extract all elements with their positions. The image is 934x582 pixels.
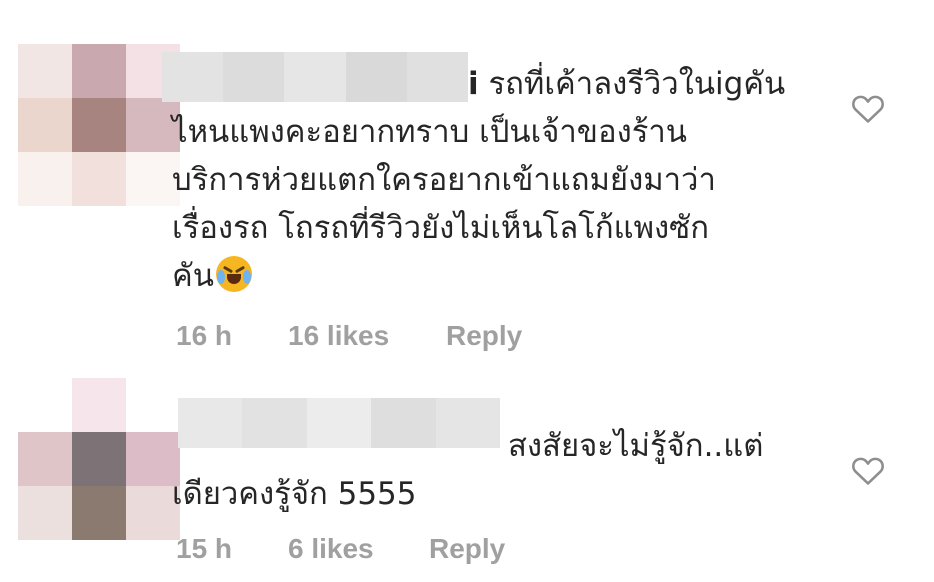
comment-likes[interactable]: 6 likes xyxy=(288,533,429,565)
avatar-pixel xyxy=(72,152,126,206)
comment-line: คัน xyxy=(172,252,785,300)
avatar[interactable] xyxy=(18,44,180,206)
comment-line: สงสัยจะไม่รู้จัก..แต่ xyxy=(172,422,763,470)
reply-button[interactable]: Reply xyxy=(429,533,505,565)
comment-time[interactable]: 15 h xyxy=(176,533,288,565)
comment-likes[interactable]: 16 likes xyxy=(288,320,446,352)
comment-line: เดียวคงรู้จัก 5555 xyxy=(172,476,417,512)
heart-outline-icon[interactable] xyxy=(851,92,885,124)
avatar-pixel xyxy=(18,44,72,98)
heart-outline-icon[interactable] xyxy=(851,454,885,486)
emoji-mouth xyxy=(226,274,241,284)
comment-2: สงสัยจะไม่รู้จัก..แต่ เดียวคงรู้จัก 5555… xyxy=(0,370,934,582)
tear-left xyxy=(216,270,225,284)
avatar-pixel xyxy=(72,44,126,98)
reply-button[interactable]: Reply xyxy=(446,320,522,352)
comment-line: ไหนแพงคะอยากทราบ เป็นเจ้าของร้าน xyxy=(172,114,687,150)
avatar-pixel xyxy=(72,432,126,486)
avatar-pixel xyxy=(72,486,126,540)
tear-right xyxy=(242,270,251,284)
comment-line-text: รถที่เค้าลงรีวิวในigคัน xyxy=(488,66,786,102)
avatar-pixel xyxy=(72,98,126,152)
username-tail[interactable]: i xyxy=(468,66,479,102)
comment-time[interactable]: 16 h xyxy=(176,320,288,352)
avatar-pixel xyxy=(18,432,72,486)
avatar-pixel xyxy=(18,378,72,432)
comment-meta: 16 h 16 likes Reply xyxy=(176,320,522,352)
comment-text: i รถที่เค้าลงรีวิวในigคัน ไหนแพงคะอยากทร… xyxy=(172,60,785,300)
comment-line: บริการห่วยแตกใครอยากเข้าแถมยังมาว่า xyxy=(172,162,716,198)
comment-line-text: คัน xyxy=(172,258,214,294)
avatar-pixel xyxy=(18,98,72,152)
comments-screenshot: i รถที่เค้าลงรีวิวในigคัน ไหนแพงคะอยากทร… xyxy=(0,0,934,582)
comment-line: เรื่องรถ โถรถที่รีวิวยังไม่เห็นโลโก้แพงซ… xyxy=(172,210,709,246)
comment-meta: 15 h 6 likes Reply xyxy=(176,533,505,565)
avatar-pixel xyxy=(18,486,72,540)
comment-text: สงสัยจะไม่รู้จัก..แต่ เดียวคงรู้จัก 5555 xyxy=(172,422,763,518)
comment-line: i รถที่เค้าลงรีวิวในigคัน xyxy=(172,60,785,108)
rolling-on-floor-laughing-emoji-icon xyxy=(215,256,252,292)
avatar[interactable] xyxy=(18,378,180,540)
comment-line-text: สงสัยจะไม่รู้จัก..แต่ xyxy=(508,428,764,464)
avatar-pixel xyxy=(72,378,126,432)
avatar-pixel xyxy=(18,152,72,206)
comment-1: i รถที่เค้าลงรีวิวในigคัน ไหนแพงคะอยากทร… xyxy=(0,0,934,370)
